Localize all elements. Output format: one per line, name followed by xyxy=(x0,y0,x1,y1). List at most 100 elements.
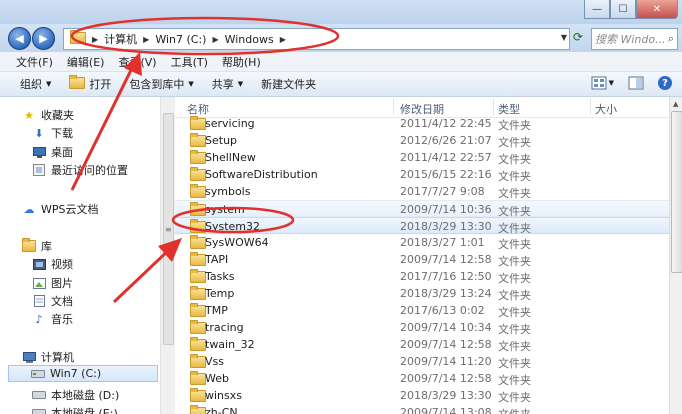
breadcrumb-drive[interactable]: Win7 (C:) xyxy=(155,33,206,46)
scrollbar-thumb[interactable] xyxy=(671,111,682,273)
nav-videos[interactable]: 视频 xyxy=(32,256,73,272)
file-type: 文件夹 xyxy=(498,357,531,370)
file-row[interactable]: Setup 2012/6/26 21:07 文件夹 xyxy=(175,132,669,149)
close-button[interactable]: ✕ xyxy=(636,0,678,19)
file-row[interactable]: Vss 2009/7/14 11:20 文件夹 xyxy=(175,353,669,370)
file-row[interactable]: System32 2018/3/29 13:30 文件夹 xyxy=(175,217,669,235)
file-row[interactable]: TMP 2017/6/13 0:02 文件夹 xyxy=(175,302,669,319)
file-type: 文件夹 xyxy=(498,170,531,183)
nav-label: 桌面 xyxy=(51,146,73,159)
nav-drive-e[interactable]: 本地磁盘 (E:) xyxy=(32,405,118,414)
file-type: 文件夹 xyxy=(498,391,531,404)
organize-label: 组织 xyxy=(20,78,42,91)
file-row[interactable]: servicing 2011/4/12 22:45 文件夹 xyxy=(175,115,669,132)
nav-downloads[interactable]: ⬇ 下载 xyxy=(32,125,73,141)
folder-icon xyxy=(190,405,206,414)
breadcrumb-separator[interactable]: ▶ xyxy=(143,35,149,44)
download-icon: ⬇ xyxy=(34,126,44,140)
column-divider[interactable] xyxy=(590,99,591,115)
folder-icon xyxy=(190,150,206,167)
file-list-pane: 名称 修改日期 类型 大小 servicing 2011/4/12 22:45 文件… xyxy=(175,97,669,414)
file-type: 文件夹 xyxy=(498,340,531,353)
file-name: Temp xyxy=(205,287,235,300)
file-row[interactable]: Web 2009/7/14 12:58 文件夹 xyxy=(175,370,669,387)
nav-recent[interactable]: 最近访问的位置 xyxy=(32,162,128,178)
open-button[interactable]: 打开 xyxy=(69,74,111,92)
music-icon: ♪ xyxy=(35,312,43,326)
nav-documents[interactable]: 文档 xyxy=(32,293,73,309)
nav-computer[interactable]: 计算机 xyxy=(22,349,74,365)
breadcrumb-windows[interactable]: Windows xyxy=(225,33,274,46)
cloud-icon: ☁ xyxy=(23,202,35,216)
file-row[interactable]: system 2009/7/14 10:36 文件夹 xyxy=(175,200,669,218)
forward-button[interactable]: ▶ xyxy=(32,27,55,50)
file-row[interactable]: twain_32 2009/7/14 12:58 文件夹 xyxy=(175,336,669,353)
nav-pictures[interactable]: 图片 xyxy=(32,275,73,291)
view-dropdown-icon[interactable]: ▼ xyxy=(609,79,614,87)
file-row[interactable]: Temp 2018/3/29 13:24 文件夹 xyxy=(175,285,669,302)
search-input[interactable]: 搜索 Windo... ⌕ xyxy=(591,28,678,50)
file-row[interactable]: ShellNew 2011/4/12 22:57 文件夹 xyxy=(175,149,669,166)
file-row[interactable]: SoftwareDistribution 2015/6/15 22:16 文件夹 xyxy=(175,166,669,183)
file-name: Web xyxy=(205,372,229,385)
help-icon[interactable]: ? xyxy=(658,76,672,90)
file-row[interactable]: tracing 2009/7/14 10:34 文件夹 xyxy=(175,319,669,336)
menu-file[interactable]: 文件(F) xyxy=(16,54,53,70)
breadcrumb-computer[interactable]: 计算机 xyxy=(104,31,137,47)
file-name: system xyxy=(205,203,245,216)
nav-drive-c[interactable]: Win7 (C:) xyxy=(8,365,158,382)
breadcrumb-separator[interactable]: ▶ xyxy=(280,35,286,44)
preview-pane-icon[interactable] xyxy=(628,75,644,91)
file-date: 2012/6/26 21:07 xyxy=(400,134,492,147)
file-row[interactable]: TAPI 2009/7/14 12:58 文件夹 xyxy=(175,251,669,268)
menu-help[interactable]: 帮助(H) xyxy=(222,54,261,70)
share-button[interactable]: 共享 ▼ xyxy=(212,76,243,92)
menu-bar: 文件(F) 编辑(E) 查看(V) 工具(T) 帮助(H) xyxy=(0,52,682,72)
back-button[interactable]: ◀ xyxy=(8,27,31,50)
address-dropdown-icon[interactable]: ▼ xyxy=(561,33,567,42)
column-divider[interactable] xyxy=(393,99,394,115)
search-icon[interactable]: ⌕ xyxy=(668,32,674,46)
file-row[interactable]: zh-CN 2009/7/14 13:08 文件夹 xyxy=(175,404,669,414)
navigation-scrollbar[interactable]: ≡ xyxy=(160,97,175,414)
column-divider[interactable] xyxy=(493,99,494,115)
content-scrollbar[interactable]: ▲ xyxy=(669,97,682,414)
breadcrumb-separator[interactable]: ▶ xyxy=(212,35,218,44)
nav-label: Win7 (C:) xyxy=(50,367,102,380)
navigation-bar: ◀ ▶ ▶ 计算机 ▶ Win7 (C:) ▶ Windows ▶ ▼ ⟳ 搜索… xyxy=(0,24,682,52)
scroll-up-icon[interactable]: ▲ xyxy=(673,100,678,108)
maximize-button[interactable]: ☐ xyxy=(610,0,636,19)
file-row[interactable]: SysWOW64 2018/3/27 1:01 文件夹 xyxy=(175,234,669,251)
nav-favorites[interactable]: ★ 收藏夹 xyxy=(22,107,74,123)
view-options-icon[interactable] xyxy=(591,75,607,91)
file-name: SysWOW64 xyxy=(205,236,269,249)
new-folder-button[interactable]: 新建文件夹 xyxy=(261,76,316,92)
file-row[interactable]: winsxs 2018/3/29 13:30 文件夹 xyxy=(175,387,669,404)
menu-tools[interactable]: 工具(T) xyxy=(171,54,208,70)
nav-label: 收藏夹 xyxy=(41,109,74,122)
dropdown-arrow-icon: ▼ xyxy=(188,80,194,88)
file-date: 2009/7/14 10:34 xyxy=(400,321,492,334)
organize-button[interactable]: 组织 ▼ xyxy=(20,76,51,92)
nav-wps-cloud[interactable]: ☁ WPS云文档 xyxy=(22,201,99,217)
menu-edit[interactable]: 编辑(E) xyxy=(67,54,105,70)
minimize-button[interactable]: — xyxy=(584,0,610,19)
video-icon xyxy=(32,258,46,270)
nav-libraries[interactable]: 库 xyxy=(22,238,52,254)
address-bar[interactable]: ▶ 计算机 ▶ Win7 (C:) ▶ Windows ▶ ▼ xyxy=(63,28,570,50)
nav-drive-d[interactable]: 本地磁盘 (D:) xyxy=(32,387,119,403)
include-in-library-button[interactable]: 包含到库中 ▼ xyxy=(129,76,193,92)
refresh-icon[interactable]: ⟳ xyxy=(570,30,586,46)
file-row[interactable]: Tasks 2017/7/16 12:50 文件夹 xyxy=(175,268,669,285)
nav-desktop[interactable]: 桌面 xyxy=(32,144,73,160)
drive-icon xyxy=(32,407,46,414)
menu-view[interactable]: 查看(V) xyxy=(118,54,156,70)
command-toolbar: 组织 ▼ 打开 包含到库中 ▼ 共享 ▼ 新建文件夹 ▼ ? xyxy=(0,72,682,97)
new-folder-label: 新建文件夹 xyxy=(261,78,317,91)
file-name: Setup xyxy=(205,134,238,147)
breadcrumb-separator[interactable]: ▶ xyxy=(92,35,98,44)
folder-icon xyxy=(190,286,206,303)
file-row[interactable]: symbols 2017/7/27 9:08 文件夹 xyxy=(175,183,669,200)
nav-music[interactable]: ♪ 音乐 xyxy=(32,311,73,327)
navigation-pane: ★ 收藏夹 ⬇ 下载 桌面 最近访问的位置 ☁ WPS云文档 库 视频 图片 文档 ♪… xyxy=(0,97,160,414)
